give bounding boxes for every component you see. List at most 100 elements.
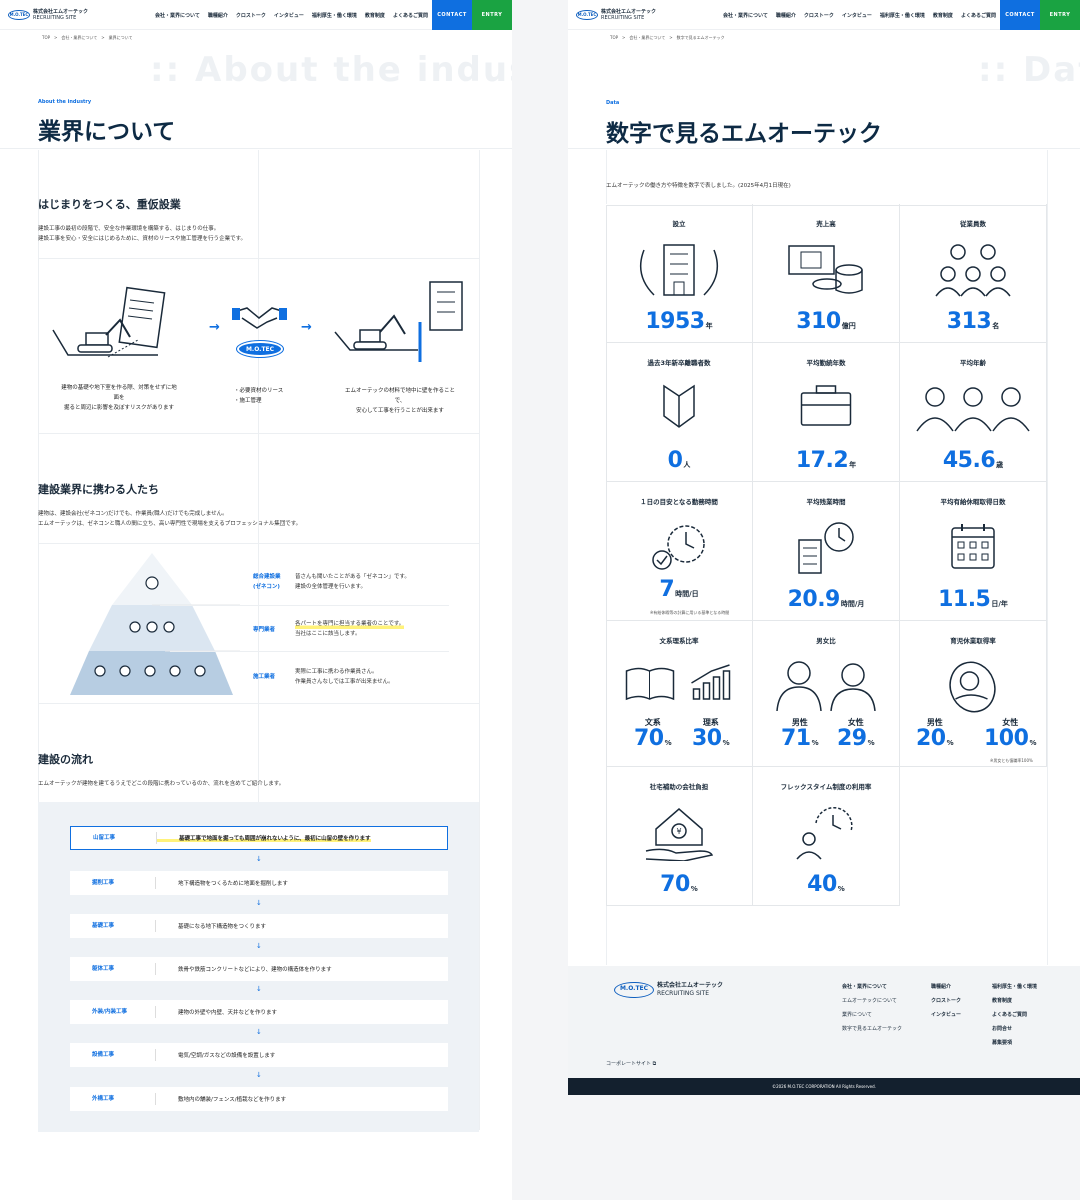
stat-title: 過去3年新卒離職者数 — [647, 359, 711, 367]
page-title: 数字で見るエムオーテック — [606, 121, 882, 147]
stat-title: 平均有給休暇取得日数 — [940, 498, 1006, 506]
site-header: M.O.TEC 株式会社エムオーテック RECRUITING SITE 会社・業界… — [0, 0, 512, 30]
nav-crosstalk[interactable]: クロストーク — [236, 12, 266, 19]
tier-desc-worker: 実際に工事に携わる作業員さん。 作業員さんなしでは工事が出来ません。 — [295, 669, 394, 685]
nav-welfare[interactable]: 福利厚生・働く環境 — [312, 12, 357, 19]
nav-crosstalk[interactable]: クロストーク — [804, 12, 834, 19]
section-text: 建設工事の最初の段階で、安全な作業環境を構築する、はじまりの仕事。 建設工事を安心… — [38, 226, 247, 242]
footer-link[interactable]: 数字で見るエムオーテック — [842, 1022, 902, 1036]
stat-title: 男女比 — [816, 637, 836, 645]
baby-icon — [949, 661, 996, 713]
corporate-site-link[interactable]: コーポレートサイト ⧉ — [606, 1057, 656, 1071]
stat-overtime: 平均残業時間 20.9時間/月 — [753, 482, 900, 621]
beginner-mark-icon — [663, 384, 695, 428]
footer-logo[interactable]: M.O.TEC 株式会社エムオーテック RECRUITING SITE — [614, 982, 723, 998]
background-title: :: Data — [978, 50, 1080, 90]
site-logo[interactable]: M.O.TEC 株式会社エムオーテック RECRUITING SITE — [576, 9, 656, 21]
footer-link[interactable]: インタビュー — [931, 1008, 961, 1022]
company-name: 株式会社エムオーテック — [33, 8, 89, 15]
arrow-down-icon: ↓ — [256, 1071, 262, 1079]
footer-link[interactable]: エムオーテックについて — [842, 994, 902, 1008]
nav-jobs[interactable]: 職種紹介 — [776, 12, 796, 19]
people-group-icon — [935, 244, 1011, 297]
stat-title: １日の目安となる勤務時間 — [640, 498, 718, 506]
stat-gender: 男女比 男性 71% 女性 29% — [753, 621, 900, 767]
clock-check-icon — [652, 525, 705, 570]
stat-title: 売上高 — [816, 220, 836, 228]
footer-link[interactable]: クロストーク — [931, 994, 961, 1008]
site-logo[interactable]: M.O.TEC 株式会社エムオーテック RECRUITING SITE — [8, 9, 88, 21]
right-page: M.O.TEC 株式会社エムオーテック RECRUITING SITE 会社・業界… — [568, 0, 1080, 1095]
nav-welfare[interactable]: 福利厚生・働く環境 — [880, 12, 925, 19]
nav-education[interactable]: 教育制度 — [933, 12, 953, 19]
divider — [38, 258, 479, 259]
section-heading-people: 建設業界に携わる人たち — [38, 483, 159, 496]
stat-title: 社宅補助の会社負担 — [649, 783, 709, 791]
flow-step: 外装/内装工事 建物の外壁や内壁、天井などを作ります — [70, 1000, 448, 1024]
footer-link[interactable]: 募集要項 — [992, 1036, 1037, 1050]
footer-link[interactable]: お問合せ — [992, 1022, 1037, 1036]
footer-link[interactable]: 職種紹介 — [931, 980, 961, 994]
three-people-icon — [916, 387, 1030, 432]
arrow-down-icon: ↓ — [256, 942, 262, 950]
caption-service: ・必要資材のリース ・施工管理 — [234, 388, 284, 404]
nav-faq[interactable]: よくあるご質問 — [393, 12, 428, 19]
footer-link[interactable]: 教育制度 — [992, 994, 1037, 1008]
nav-interview[interactable]: インタビュー — [842, 12, 872, 19]
background-title: :: About the industry — [150, 50, 512, 90]
company-name: 株式会社エムオーテック — [601, 8, 657, 15]
arrow-down-icon: ↓ — [256, 855, 262, 863]
nav-about[interactable]: 会社・業界について — [155, 12, 200, 19]
ratio-b: 理系 30% — [692, 718, 730, 751]
motec-logo-icon: M.O.TEC — [576, 9, 598, 20]
section-text: エムオーテックが建物を建てるうえでどこの段階に携わっているのか、流れを含めてご紹… — [38, 781, 285, 787]
stat-flextime: フレックスタイム制度の利用率 40% — [753, 767, 900, 906]
global-nav: 会社・業界について 職種紹介 クロストーク インタビュー 福利厚生・働く環境 教… — [723, 12, 996, 19]
excavator-risk-icon — [52, 286, 166, 358]
man-woman-icon — [776, 661, 876, 711]
stat-age: 平均年齢 45.6歳 — [900, 343, 1047, 482]
stat-tenure: 平均勤続年数 17.2年 — [753, 343, 900, 482]
page-eyebrow: Data — [606, 100, 620, 106]
flow-step: 掘削工事 地下構造物をつくるために地面を掘削します — [70, 871, 448, 895]
nav-education[interactable]: 教育制度 — [365, 12, 385, 19]
footer-link[interactable]: 業界について — [842, 1008, 902, 1022]
entry-button[interactable]: ENTRY — [472, 0, 512, 30]
footer-col-welfare: 福利厚生・働く環境 教育制度 よくあるご質問 お問合せ 募集要項 — [992, 980, 1037, 1050]
footer-col-about: 会社・業界について エムオーテックについて 業界について 数字で見るエムオーテッ… — [842, 980, 902, 1036]
person-clock-icon — [796, 806, 853, 860]
site-footer: M.O.TEC 株式会社エムオーテック RECRUITING SITE 会社・業界… — [568, 966, 1080, 1078]
copyright: ©2026 M.O.TEC CORPORATION All Rights Res… — [568, 1078, 1080, 1095]
stat-humanities-science: 文系理系比率 文系 70% 理系 30% — [606, 621, 753, 767]
nav-faq[interactable]: よくあるご質問 — [961, 12, 996, 19]
ratio-a: 男性 71% — [781, 718, 819, 751]
stat-founded: 設立 1953年 — [606, 204, 753, 343]
footer-link[interactable]: よくあるご質問 — [992, 1008, 1037, 1022]
stat-title: 設立 — [672, 220, 686, 228]
nav-jobs[interactable]: 職種紹介 — [208, 12, 228, 19]
nav-about[interactable]: 会社・業界について — [723, 12, 768, 19]
caption-risk: 建物の基礎や地下室を作る際、対策をせずに地 面を 掘ると周辺に影響を及ぼすリスクがあ… — [61, 385, 177, 411]
data-lead: エムオーテックの働き方や特徴を数字で表しました。(2025年4月1日現在) — [606, 183, 791, 189]
nav-interview[interactable]: インタビュー — [274, 12, 304, 19]
entry-button[interactable]: ENTRY — [1040, 0, 1080, 30]
grid-line — [479, 150, 480, 1130]
tier-label-general: 総合建設業 (ゼネコン) — [253, 574, 281, 590]
flow-step: 設備工事 電気/空調/ガスなどの設備を設置します — [70, 1043, 448, 1067]
money-icon — [788, 245, 863, 294]
flow-step: 山留工事 基礎工事で地面を掘っても周囲が崩れないように、最初に山留の壁を作ります — [70, 826, 448, 850]
arrow-down-icon: ↓ — [256, 1028, 262, 1036]
section-heading-industry: はじまりをつくる、重仮設業 — [38, 198, 181, 211]
stat-childcare-leave: 育児休業取得率 男性 20% 女性 100% ※男女とも復職率100% — [900, 621, 1047, 767]
footer-link[interactable]: 会社・業界について — [842, 980, 902, 994]
arrow-right-icon: → — [301, 320, 312, 335]
contact-button[interactable]: CONTACT — [1000, 0, 1040, 30]
footer-col-jobs: 職種紹介 クロストーク インタビュー — [931, 980, 961, 1022]
caption-solution: エムオーテックの材料で地中に壁を作ること で、 安心して工事を行うことが出来ます — [344, 388, 455, 414]
footer-link[interactable]: 福利厚生・働く環境 — [992, 980, 1037, 994]
divider — [170, 651, 449, 652]
contact-button[interactable]: CONTACT — [432, 0, 472, 30]
breadcrumb[interactable]: TOP > 会社・業界について > 業界について — [42, 35, 132, 41]
page-title: 業界について — [38, 119, 176, 145]
breadcrumb[interactable]: TOP > 会社・業界について > 数字で見るエムオーテック — [610, 35, 725, 41]
